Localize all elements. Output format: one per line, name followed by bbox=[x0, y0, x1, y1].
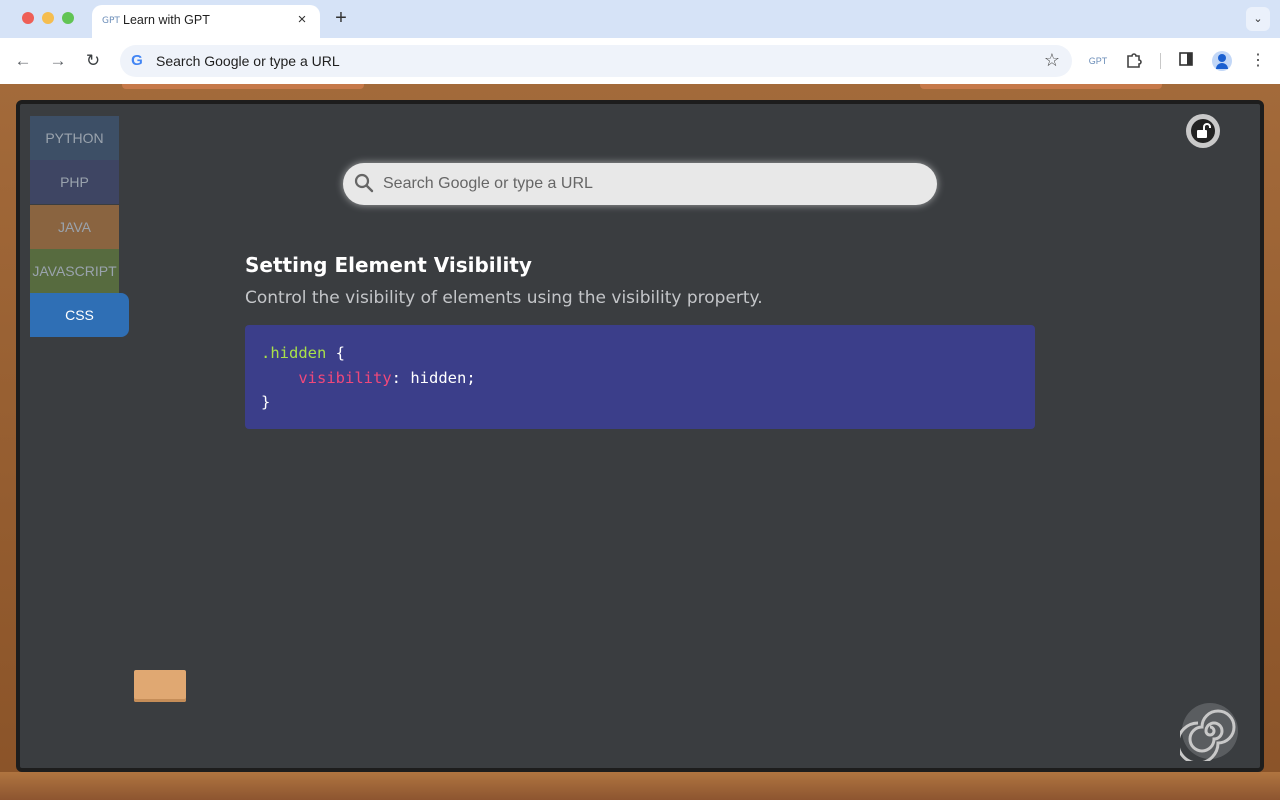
menu-kebab-icon[interactable]: ⋮ bbox=[1248, 51, 1268, 71]
search-bar[interactable]: Search Google or type a URL bbox=[343, 163, 937, 205]
code-block: .hidden { visibility: hidden; } bbox=[245, 325, 1035, 429]
sidebar-item-python[interactable]: PYTHON bbox=[30, 116, 119, 160]
sidebar-item-php[interactable]: PHP bbox=[30, 160, 119, 204]
back-arrow-icon[interactable]: ← bbox=[11, 49, 35, 73]
toolbar-separator bbox=[1160, 53, 1161, 69]
window-minimize-button[interactable] bbox=[42, 12, 54, 24]
sidebar-item-css[interactable]: CSS bbox=[30, 293, 129, 337]
forward-arrow-icon[interactable]: → bbox=[46, 49, 70, 73]
new-tab-button[interactable]: + bbox=[330, 7, 352, 29]
code-separator: : bbox=[391, 368, 411, 387]
chalk-eraser bbox=[134, 670, 186, 702]
chalk-tray bbox=[0, 772, 1280, 800]
gpt-extension-icon[interactable]: GPT bbox=[1088, 51, 1108, 71]
gpt-favicon-icon: GPT bbox=[102, 16, 120, 26]
frame-clip bbox=[920, 84, 1162, 89]
code-property: visibility bbox=[298, 368, 392, 387]
browser-toolbar: ← → ↻ G Search Google or type a URL ☆ GP… bbox=[0, 38, 1280, 84]
window-zoom-button[interactable] bbox=[62, 12, 74, 24]
profile-icon[interactable] bbox=[1212, 51, 1232, 71]
lesson-description: Control the visibility of elements using… bbox=[245, 288, 763, 308]
sidebar-item-javascript[interactable]: JAVASCRIPT bbox=[30, 249, 119, 293]
browser-tab-learn-with-gpt[interactable]: GPT Learn with GPT × bbox=[92, 5, 320, 38]
google-g-icon: G bbox=[131, 52, 143, 69]
search-icon bbox=[353, 172, 375, 194]
tab-strip: GPT Learn with GPT × + ⌄ bbox=[0, 0, 1280, 38]
code-selector: .hidden bbox=[261, 344, 327, 362]
tab-close-icon[interactable]: × bbox=[292, 10, 312, 30]
lock-button[interactable] bbox=[1186, 114, 1220, 148]
search-input[interactable]: Search Google or type a URL bbox=[383, 175, 593, 193]
code-open-brace: { bbox=[326, 344, 345, 362]
extensions-puzzle-icon[interactable] bbox=[1124, 51, 1144, 71]
reload-icon[interactable]: ↻ bbox=[81, 49, 105, 73]
code-value: hidden; bbox=[410, 368, 476, 387]
frame-clip bbox=[122, 84, 364, 89]
address-bar-text: Search Google or type a URL bbox=[156, 53, 340, 69]
star-icon[interactable]: ☆ bbox=[1044, 50, 1060, 71]
code-close-brace: } bbox=[261, 393, 271, 411]
spiral-logo-icon[interactable] bbox=[1176, 701, 1240, 765]
sidebar-item-java[interactable]: JAVA bbox=[30, 205, 119, 249]
side-panel-icon[interactable] bbox=[1176, 51, 1196, 71]
address-bar[interactable]: G Search Google or type a URL ☆ bbox=[120, 45, 1072, 77]
tab-title: Learn with GPT bbox=[123, 13, 210, 27]
lesson-title: Setting Element Visibility bbox=[245, 253, 532, 277]
tab-search-chevron-icon[interactable]: ⌄ bbox=[1246, 7, 1270, 31]
lock-icon bbox=[1191, 119, 1215, 143]
window-close-button[interactable] bbox=[22, 12, 34, 24]
